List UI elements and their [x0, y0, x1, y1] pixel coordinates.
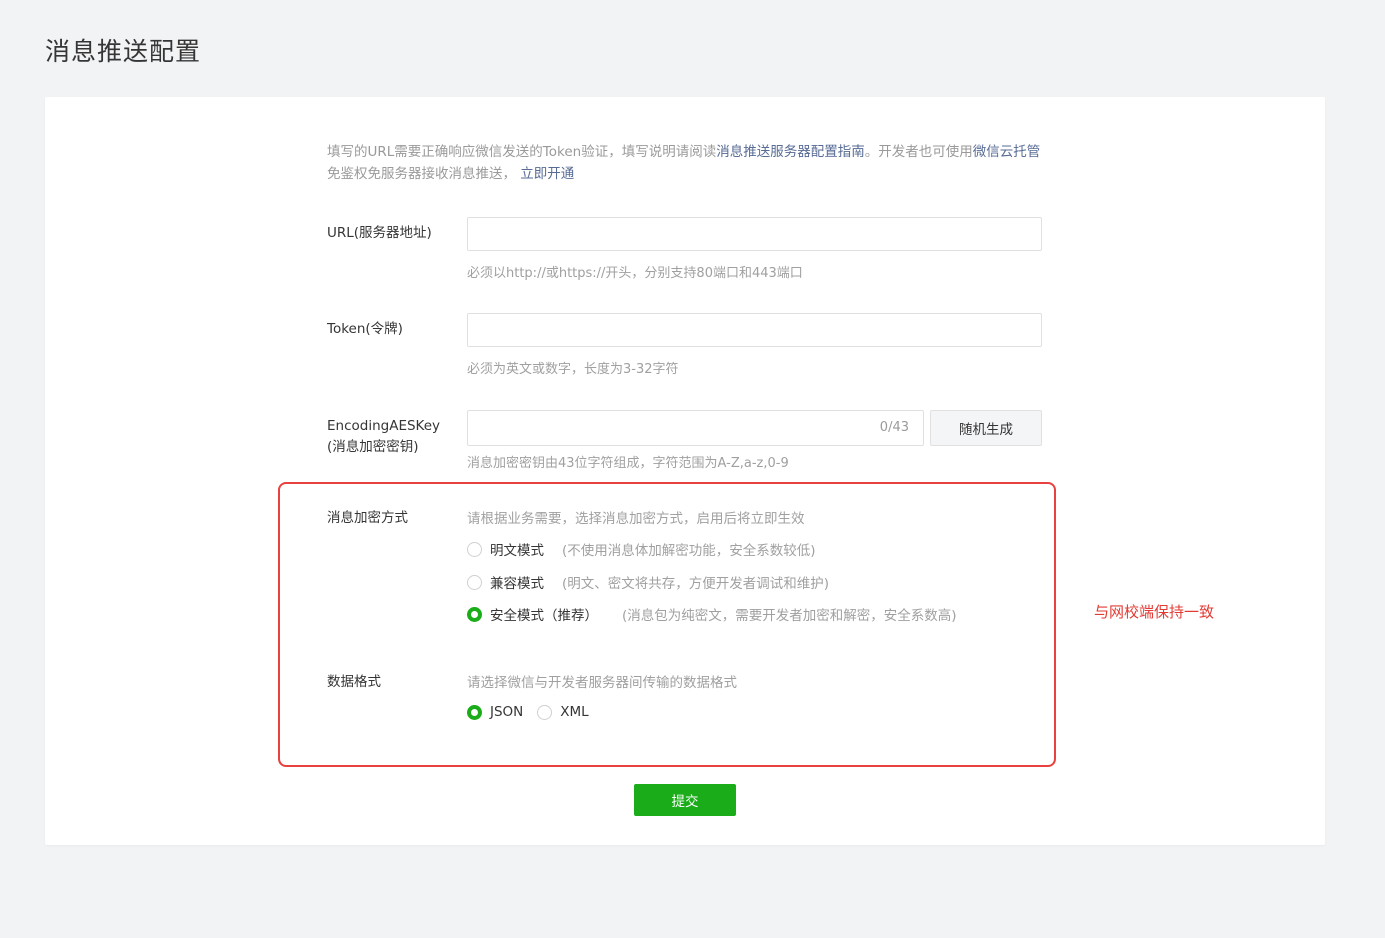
url-label: URL(服务器地址) — [327, 225, 432, 241]
encryption-option-desc: (不使用消息体加解密功能，安全系数较低) — [562, 543, 816, 559]
submit-button[interactable]: 提交 — [634, 784, 736, 816]
encryption-option-plaintext[interactable]: 明文模式 (不使用消息体加解密功能，安全系数较低) — [467, 539, 816, 559]
radio-checked-icon[interactable] — [467, 704, 482, 720]
intro-text: 填写的URL需要正确响应微信发送的Token验证，填写说明请阅读消息推送服务器配… — [327, 141, 1047, 185]
token-input[interactable] — [467, 313, 1042, 347]
data-format-option-label: JSON — [490, 704, 524, 720]
url-input[interactable] — [467, 217, 1042, 251]
encryption-option-label: 安全模式（推荐） — [490, 608, 598, 624]
intro-text-part1: 填写的URL需要正确响应微信发送的Token验证，填写说明请阅读 — [327, 144, 717, 160]
aes-key-label-line2: (消息加密密钥) — [327, 439, 419, 455]
encryption-option-label: 明文模式 — [490, 543, 544, 559]
encryption-option-compatible[interactable]: 兼容模式 (明文、密文将共存，方便开发者调试和维护) — [467, 572, 829, 592]
random-generate-button[interactable]: 随机生成 — [930, 410, 1042, 446]
url-hint: 必须以http://或https://开头，分别支持80端口和443端口 — [467, 266, 803, 281]
intro-text-part3: 免鉴权免服务器接收消息推送， — [327, 166, 516, 182]
encryption-option-desc: (消息包为纯密文，需要开发者加密和解密，安全系数高) — [622, 608, 957, 624]
encryption-option-desc: (明文、密文将共存，方便开发者调试和维护) — [562, 576, 830, 592]
radio-unchecked-icon[interactable] — [467, 574, 482, 590]
aes-key-hint: 消息加密密钥由43位字符组成，字符范围为A-Z,a-z,0-9 — [467, 456, 789, 471]
data-format-option-label: XML — [560, 704, 589, 720]
wechat-cloud-hosting-link[interactable]: 微信云托管 — [973, 144, 1041, 160]
encryption-mode-hint: 请根据业务需要，选择消息加密方式，启用后将立即生效 — [467, 511, 805, 527]
radio-checked-icon[interactable] — [467, 606, 482, 622]
encryption-mode-label: 消息加密方式 — [327, 510, 408, 526]
encryption-option-label: 兼容模式 — [490, 576, 544, 592]
encryption-option-secure[interactable]: 安全模式（推荐） (消息包为纯密文，需要开发者加密和解密，安全系数高) — [467, 604, 957, 624]
data-format-options: JSON XML — [467, 704, 589, 720]
aes-key-input[interactable]: 0/43 — [467, 410, 924, 446]
radio-unchecked-icon[interactable] — [467, 541, 482, 557]
activate-now-link[interactable]: 立即开通 — [520, 166, 574, 182]
data-format-hint: 请选择微信与开发者服务器间传输的数据格式 — [467, 675, 737, 691]
data-format-option-xml[interactable]: XML — [537, 704, 589, 720]
aes-key-label: EncodingAESKey (消息加密密钥) — [327, 416, 440, 458]
page-title: 消息推送配置 — [45, 37, 202, 66]
server-config-guide-link[interactable]: 消息推送服务器配置指南 — [716, 144, 865, 160]
radio-unchecked-icon[interactable] — [537, 704, 553, 720]
data-format-option-json[interactable]: JSON — [467, 704, 523, 720]
annotation-text: 与网校端保持一致 — [1094, 603, 1215, 621]
token-label: Token(令牌) — [327, 321, 403, 337]
data-format-label: 数据格式 — [327, 674, 381, 690]
aes-key-counter: 0/43 — [879, 420, 909, 435]
aes-key-label-line1: EncodingAESKey — [327, 418, 441, 434]
token-hint: 必须为英文或数字，长度为3-32字符 — [467, 362, 679, 377]
intro-text-part2: 。开发者也可使用 — [864, 144, 973, 160]
